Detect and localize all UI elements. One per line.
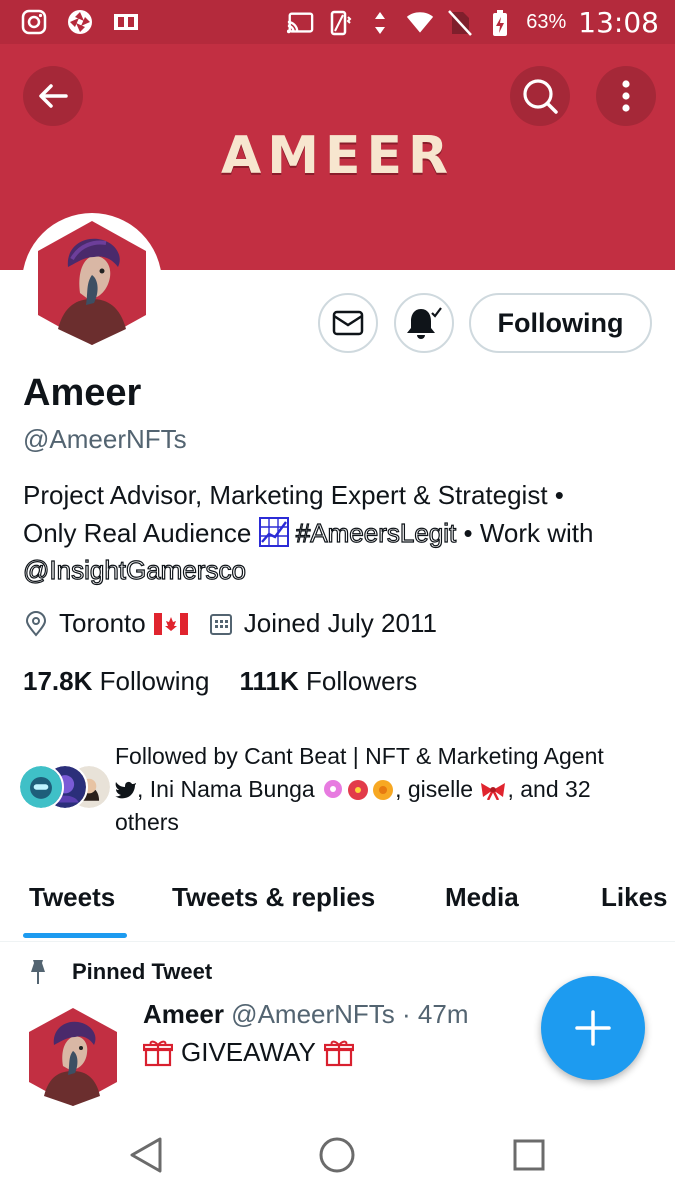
- calendar-icon: [209, 613, 232, 635]
- gift-emoji-icon: [143, 1040, 173, 1066]
- gift-emoji-icon: [323, 1040, 354, 1066]
- pinned-tweet-label: Pinned Tweet: [72, 959, 213, 984]
- tweet-author-name[interactable]: Ameer: [143, 999, 224, 1029]
- followed-by-text-b: , giselle: [395, 776, 474, 802]
- followers-label: Followers: [305, 666, 418, 696]
- more-options-button[interactable]: [596, 66, 656, 126]
- back-button[interactable]: [23, 66, 83, 126]
- system-navigation-bar: [0, 1110, 675, 1200]
- clock: 13:08: [578, 6, 659, 39]
- arrow-left-icon: [39, 84, 68, 108]
- message-button[interactable]: [318, 293, 378, 353]
- bio-line-2: Only Real Audience #AmeersLegit • Work w…: [23, 515, 653, 553]
- followed-by-line-3: others: [115, 809, 179, 835]
- search-button[interactable]: [510, 66, 570, 126]
- follow-counts: 17.8K Following 111K Followers: [23, 666, 417, 697]
- bio-text-2: • Work with: [463, 517, 594, 548]
- bio-line-3: @InsightGamersco: [22, 552, 653, 590]
- tab-likes[interactable]: Likes: [601, 882, 668, 913]
- ribbon-emoji-icon: [481, 783, 506, 801]
- display-name: Ameer: [23, 372, 142, 414]
- bio-line-1: Project Advisor, Marketing Expert & Stra…: [23, 480, 564, 510]
- flowers-emoji-icon: [324, 780, 394, 800]
- location-pin-icon: [25, 610, 47, 637]
- followed-by-line-1: Followed by Cant Beat | NFT & Marketing …: [115, 743, 604, 769]
- no-sim-icon: [446, 9, 474, 37]
- aperture-icon: [66, 8, 94, 36]
- following-label: Following: [99, 666, 210, 696]
- profile-tabs: Tweets Tweets & replies Media Likes: [0, 868, 675, 942]
- chart-emoji-icon: [258, 516, 289, 547]
- profile-avatar[interactable]: [22, 213, 162, 353]
- bird-emoji-icon: [115, 781, 136, 799]
- follower-avatar: [18, 764, 64, 810]
- tweet-handle-time: @AmeerNFTs · 47m: [231, 999, 469, 1029]
- followed-by-text-a: , Ini Nama Bunga: [137, 776, 315, 802]
- wifi-icon: [406, 9, 434, 37]
- mention-link[interactable]: @InsightGamersco: [22, 554, 246, 585]
- active-tab-indicator: [23, 933, 127, 938]
- followed-by-line-2: , Ini Nama Bunga , giselle , and 32: [115, 773, 655, 806]
- plus-icon: [575, 1010, 611, 1046]
- circle-home-icon: [319, 1137, 355, 1173]
- search-icon: [523, 79, 558, 114]
- profile-handle: @AmeerNFTs: [23, 424, 187, 454]
- hashtag-link[interactable]: #AmeersLegit: [295, 517, 457, 548]
- vibrate-icon: [326, 9, 354, 37]
- dual-square-icon: [112, 8, 140, 36]
- bell-check-icon: [407, 307, 442, 339]
- instagram-icon: [20, 8, 48, 36]
- following-count: 17.8K: [23, 666, 93, 696]
- followers-count: 111K: [239, 666, 299, 696]
- following-count-link[interactable]: 17.8K Following: [23, 666, 209, 697]
- banner-title: AMEER: [220, 126, 455, 186]
- canada-flag-icon: [153, 612, 188, 635]
- nav-recents-button[interactable]: [509, 1135, 549, 1175]
- nav-back-button[interactable]: [126, 1135, 166, 1175]
- status-bar: 63% 13:08: [0, 0, 675, 44]
- following-button[interactable]: Following: [469, 293, 652, 353]
- followed-by-text[interactable]: Followed by Cant Beat | NFT & Marketing …: [115, 740, 655, 839]
- tab-tweets-replies[interactable]: Tweets & replies: [172, 882, 375, 913]
- tweet-body-text: GIVEAWAY: [181, 1037, 316, 1067]
- tweet-author-avatar[interactable]: [22, 1006, 124, 1108]
- envelope-icon: [332, 310, 364, 336]
- notifications-button[interactable]: [394, 293, 454, 353]
- profile-bio: Project Advisor, Marketing Expert & Stra…: [22, 477, 653, 590]
- followed-by-text-c: , and 32: [507, 776, 591, 802]
- tab-tweets[interactable]: Tweets: [29, 882, 115, 913]
- battery-percent: 63%: [526, 11, 567, 33]
- battery-charging-icon: [486, 9, 514, 37]
- data-arrows-icon: [366, 9, 394, 37]
- followers-count-link[interactable]: 111K Followers: [239, 666, 417, 697]
- avatar-image: [38, 221, 146, 345]
- compose-tweet-button[interactable]: [541, 976, 645, 1080]
- cast-icon: [286, 9, 314, 37]
- square-recents-icon: [513, 1139, 545, 1171]
- profile-meta: Toronto Joined July 2011: [23, 608, 437, 639]
- tab-media[interactable]: Media: [445, 882, 519, 913]
- bio-text: Only Real Audience: [23, 517, 252, 548]
- vertical-dots-icon: [622, 80, 630, 112]
- tweet-text[interactable]: GIVEAWAY: [143, 1037, 354, 1068]
- nav-home-button[interactable]: [317, 1135, 357, 1175]
- followed-by-avatars[interactable]: [18, 764, 112, 810]
- tweet-header: Ameer @AmeerNFTs · 47m: [143, 999, 469, 1030]
- pin-icon: [31, 960, 45, 984]
- joined-date: Joined July 2011: [243, 608, 437, 638]
- triangle-back-icon: [130, 1137, 162, 1173]
- pinned-label: Pinned Tweet: [26, 958, 212, 986]
- location-text: Toronto: [59, 608, 146, 638]
